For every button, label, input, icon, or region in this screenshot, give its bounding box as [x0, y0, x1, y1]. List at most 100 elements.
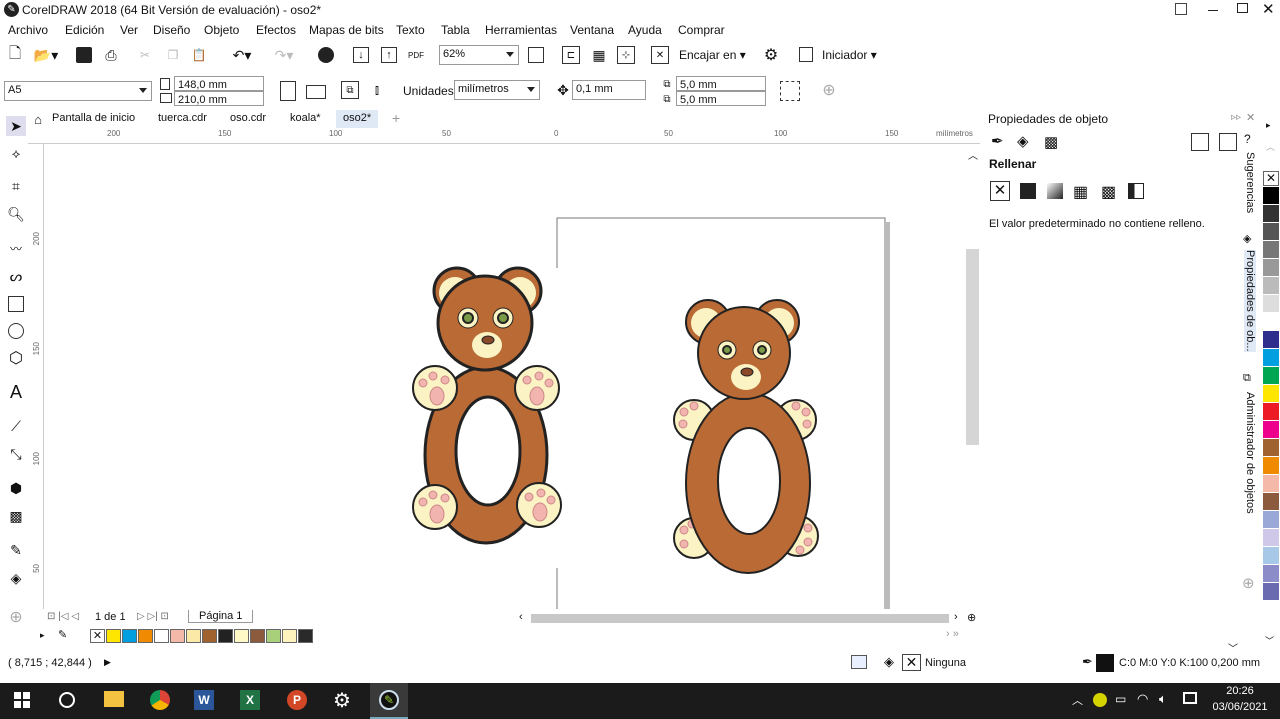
color-swatch[interactable]: [1263, 277, 1279, 294]
page-height-input[interactable]: 210,0 mm: [174, 91, 264, 106]
clock-date[interactable]: 03/06/2021: [1207, 701, 1273, 713]
menu-mapas-de-bits[interactable]: Mapas de bits: [309, 23, 384, 37]
vertical-scroll-thumb[interactable]: [966, 249, 979, 445]
color-swatch[interactable]: [122, 629, 137, 643]
battery-icon[interactable]: ▭: [1115, 692, 1126, 706]
portrait-icon[interactable]: [280, 81, 296, 101]
duplicate-x-input[interactable]: 5,0 mm: [676, 76, 766, 91]
color-swatch[interactable]: [1263, 367, 1279, 384]
tray-overflow-icon[interactable]: ︿: [1072, 692, 1083, 708]
color-swatch[interactable]: [170, 629, 185, 643]
object-manager-tab[interactable]: Administrador de objetos: [1244, 392, 1256, 514]
notification-icon[interactable]: [1183, 692, 1197, 704]
tab-pantalla-de-inicio[interactable]: Pantalla de inicio: [52, 112, 135, 124]
pdf-export-icon[interactable]: PDF: [406, 46, 426, 64]
color-swatch[interactable]: [218, 629, 233, 643]
polygon-tool-icon[interactable]: ⬡: [6, 348, 26, 368]
color-swatch[interactable]: [1263, 259, 1279, 276]
page-tab[interactable]: Página 1: [188, 610, 254, 623]
bear-left[interactable]: [412, 266, 562, 545]
frame-icon[interactable]: [1191, 133, 1209, 151]
page-size-select[interactable]: A5: [4, 81, 152, 101]
undo-icon[interactable]: ↶▾: [224, 46, 260, 64]
pick-tool-icon[interactable]: ➤: [6, 116, 26, 136]
color-swatch[interactable]: [1263, 403, 1279, 420]
color-swatch[interactable]: [250, 629, 265, 643]
horizontal-scroll-thumb[interactable]: [531, 614, 949, 623]
page-width-input[interactable]: 148,0 mm: [174, 76, 264, 91]
nudge-distance-input[interactable]: 0,1 mm: [572, 80, 646, 100]
connector-tool-icon[interactable]: ⤡: [6, 444, 26, 464]
palette-options-icon[interactable]: ▸: [1266, 120, 1271, 131]
outline-pen-tab-icon[interactable]: ✒: [991, 132, 1004, 150]
color-swatch[interactable]: [1263, 457, 1279, 474]
search-icon[interactable]: [59, 692, 75, 708]
extrude-tool-icon[interactable]: ⬢: [6, 478, 26, 498]
zoom-tool-icon[interactable]: 🔍︎: [6, 204, 26, 224]
cut-icon[interactable]: ✂: [136, 46, 154, 64]
add-docker-icon[interactable]: ⊕: [1242, 574, 1255, 592]
menu-ver[interactable]: Ver: [120, 23, 138, 37]
file-explorer-icon[interactable]: [104, 691, 124, 707]
home-icon[interactable]: ⌂: [30, 111, 46, 127]
paste-icon[interactable]: 📋: [190, 46, 208, 64]
add-preset-icon[interactable]: ⊕: [820, 81, 838, 99]
crop-tool-icon[interactable]: ⌗: [6, 176, 26, 196]
text-tool-icon[interactable]: A: [6, 382, 26, 402]
copy-icon[interactable]: ❐: [164, 46, 182, 64]
menu-objeto[interactable]: Objeto: [204, 23, 239, 37]
color-swatch[interactable]: [138, 629, 153, 643]
menu-diseno[interactable]: Diseño: [153, 23, 190, 37]
side-no-color-swatch[interactable]: ✕: [1263, 171, 1279, 186]
shape-tool-icon[interactable]: ⟡: [6, 144, 26, 164]
help-window-icon[interactable]: [1175, 3, 1187, 15]
color-swatch[interactable]: [1263, 187, 1279, 204]
menu-efectos[interactable]: Efectos: [256, 23, 296, 37]
palette-eyedropper-icon[interactable]: ✎: [58, 628, 67, 641]
color-swatch[interactable]: [1263, 547, 1279, 564]
color-proof-icon[interactable]: [851, 655, 867, 669]
horizontal-ruler[interactable]: 200 150 100 50 0 50 100 150 milímetros: [28, 128, 980, 144]
color-swatch[interactable]: [234, 629, 249, 643]
parallel-dimension-icon[interactable]: ⟋: [6, 416, 26, 436]
palette-up-icon[interactable]: ︿: [1266, 140, 1275, 153]
menu-texto[interactable]: Texto: [396, 23, 425, 37]
menu-herramientas[interactable]: Herramientas: [485, 23, 557, 37]
excel-icon[interactable]: X: [240, 690, 260, 710]
no-fill-icon[interactable]: ✕: [990, 181, 1010, 201]
rectangle-tool-icon[interactable]: [8, 296, 24, 312]
word-icon[interactable]: W: [194, 690, 214, 710]
tab-tuerca[interactable]: tuerca.cdr: [158, 112, 207, 124]
windows-start-icon[interactable]: [14, 692, 30, 708]
zoom-corner-icon[interactable]: ⊕: [967, 611, 976, 624]
menu-ventana[interactable]: Ventana: [570, 23, 614, 37]
menu-comprar[interactable]: Comprar: [678, 23, 725, 37]
tab-koala[interactable]: koala*: [290, 112, 321, 124]
scroll-up-icon[interactable]: ︿: [968, 147, 978, 162]
color-swatch[interactable]: [282, 629, 297, 643]
eyedropper-tool-icon[interactable]: ✎: [6, 540, 26, 560]
menu-archivo[interactable]: Archivo: [8, 23, 48, 37]
minimize-button[interactable]: [1208, 10, 1218, 11]
color-swatch[interactable]: [1263, 493, 1279, 510]
tray-app-icon[interactable]: [1093, 693, 1107, 707]
color-swatch[interactable]: [1263, 385, 1279, 402]
volume-icon[interactable]: 🔈︎: [1159, 691, 1167, 707]
color-swatch[interactable]: [1263, 295, 1279, 312]
postscript-fill-icon[interactable]: [1128, 183, 1144, 199]
duplicate-y-input[interactable]: 5,0 mm: [676, 91, 766, 106]
palette-down-icon[interactable]: ﹀: [1265, 634, 1274, 647]
first-page-icon[interactable]: ⊡ |◁ ◁: [47, 611, 79, 622]
status-arrow-icon[interactable]: ▶: [104, 657, 111, 668]
vertical-ruler[interactable]: 200 150 100 50: [30, 144, 44, 609]
color-swatch[interactable]: [1263, 439, 1279, 456]
color-swatch[interactable]: [186, 629, 201, 643]
freehand-tool-icon[interactable]: 〰: [6, 238, 26, 258]
color-swatch[interactable]: [1263, 529, 1279, 546]
units-select[interactable]: milímetros: [454, 80, 540, 100]
launcher-dropdown[interactable]: Iniciador ▾: [822, 48, 877, 62]
options-gear-icon[interactable]: ⚙: [762, 46, 780, 64]
color-swatch[interactable]: [1263, 241, 1279, 258]
print-icon[interactable]: ⎙: [102, 46, 120, 64]
color-swatch[interactable]: [266, 629, 281, 643]
